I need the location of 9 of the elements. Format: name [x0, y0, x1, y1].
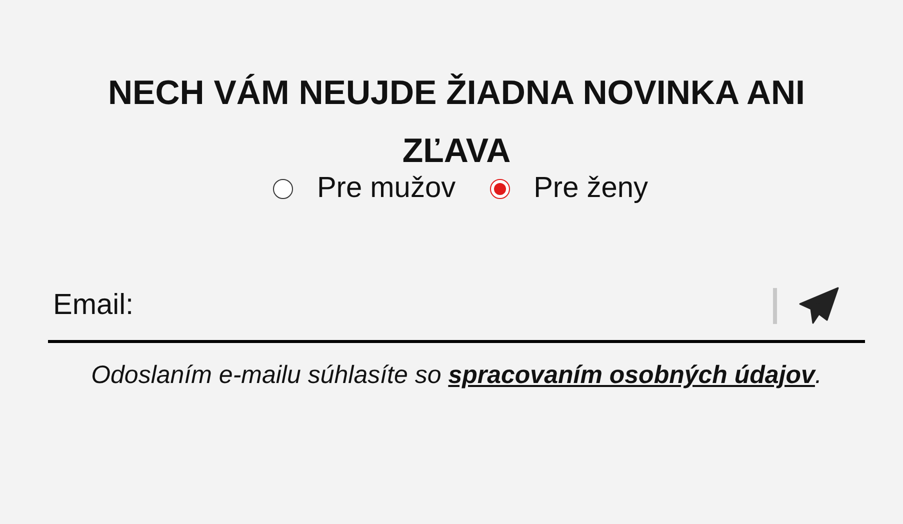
radio-button[interactable] [272, 178, 293, 198]
radio-button[interactable] [490, 178, 510, 198]
newsletter-heading: NECH VÁM NEUJDE ŽIADNA NOVINKA ANI ZĽAVA [106, 72, 806, 172]
email-field[interactable]: Email: [48, 271, 865, 343]
radio-label: Pre ženy [534, 172, 648, 205]
radio-label: Pre mužov [316, 172, 456, 205]
consent-text: Odoslaním e-mailu súhlasíte so spracovaním osobných údajov. [90, 360, 823, 391]
send-icon[interactable] [799, 286, 839, 324]
privacy-link[interactable]: spracovaním osobných údajov [448, 361, 815, 389]
